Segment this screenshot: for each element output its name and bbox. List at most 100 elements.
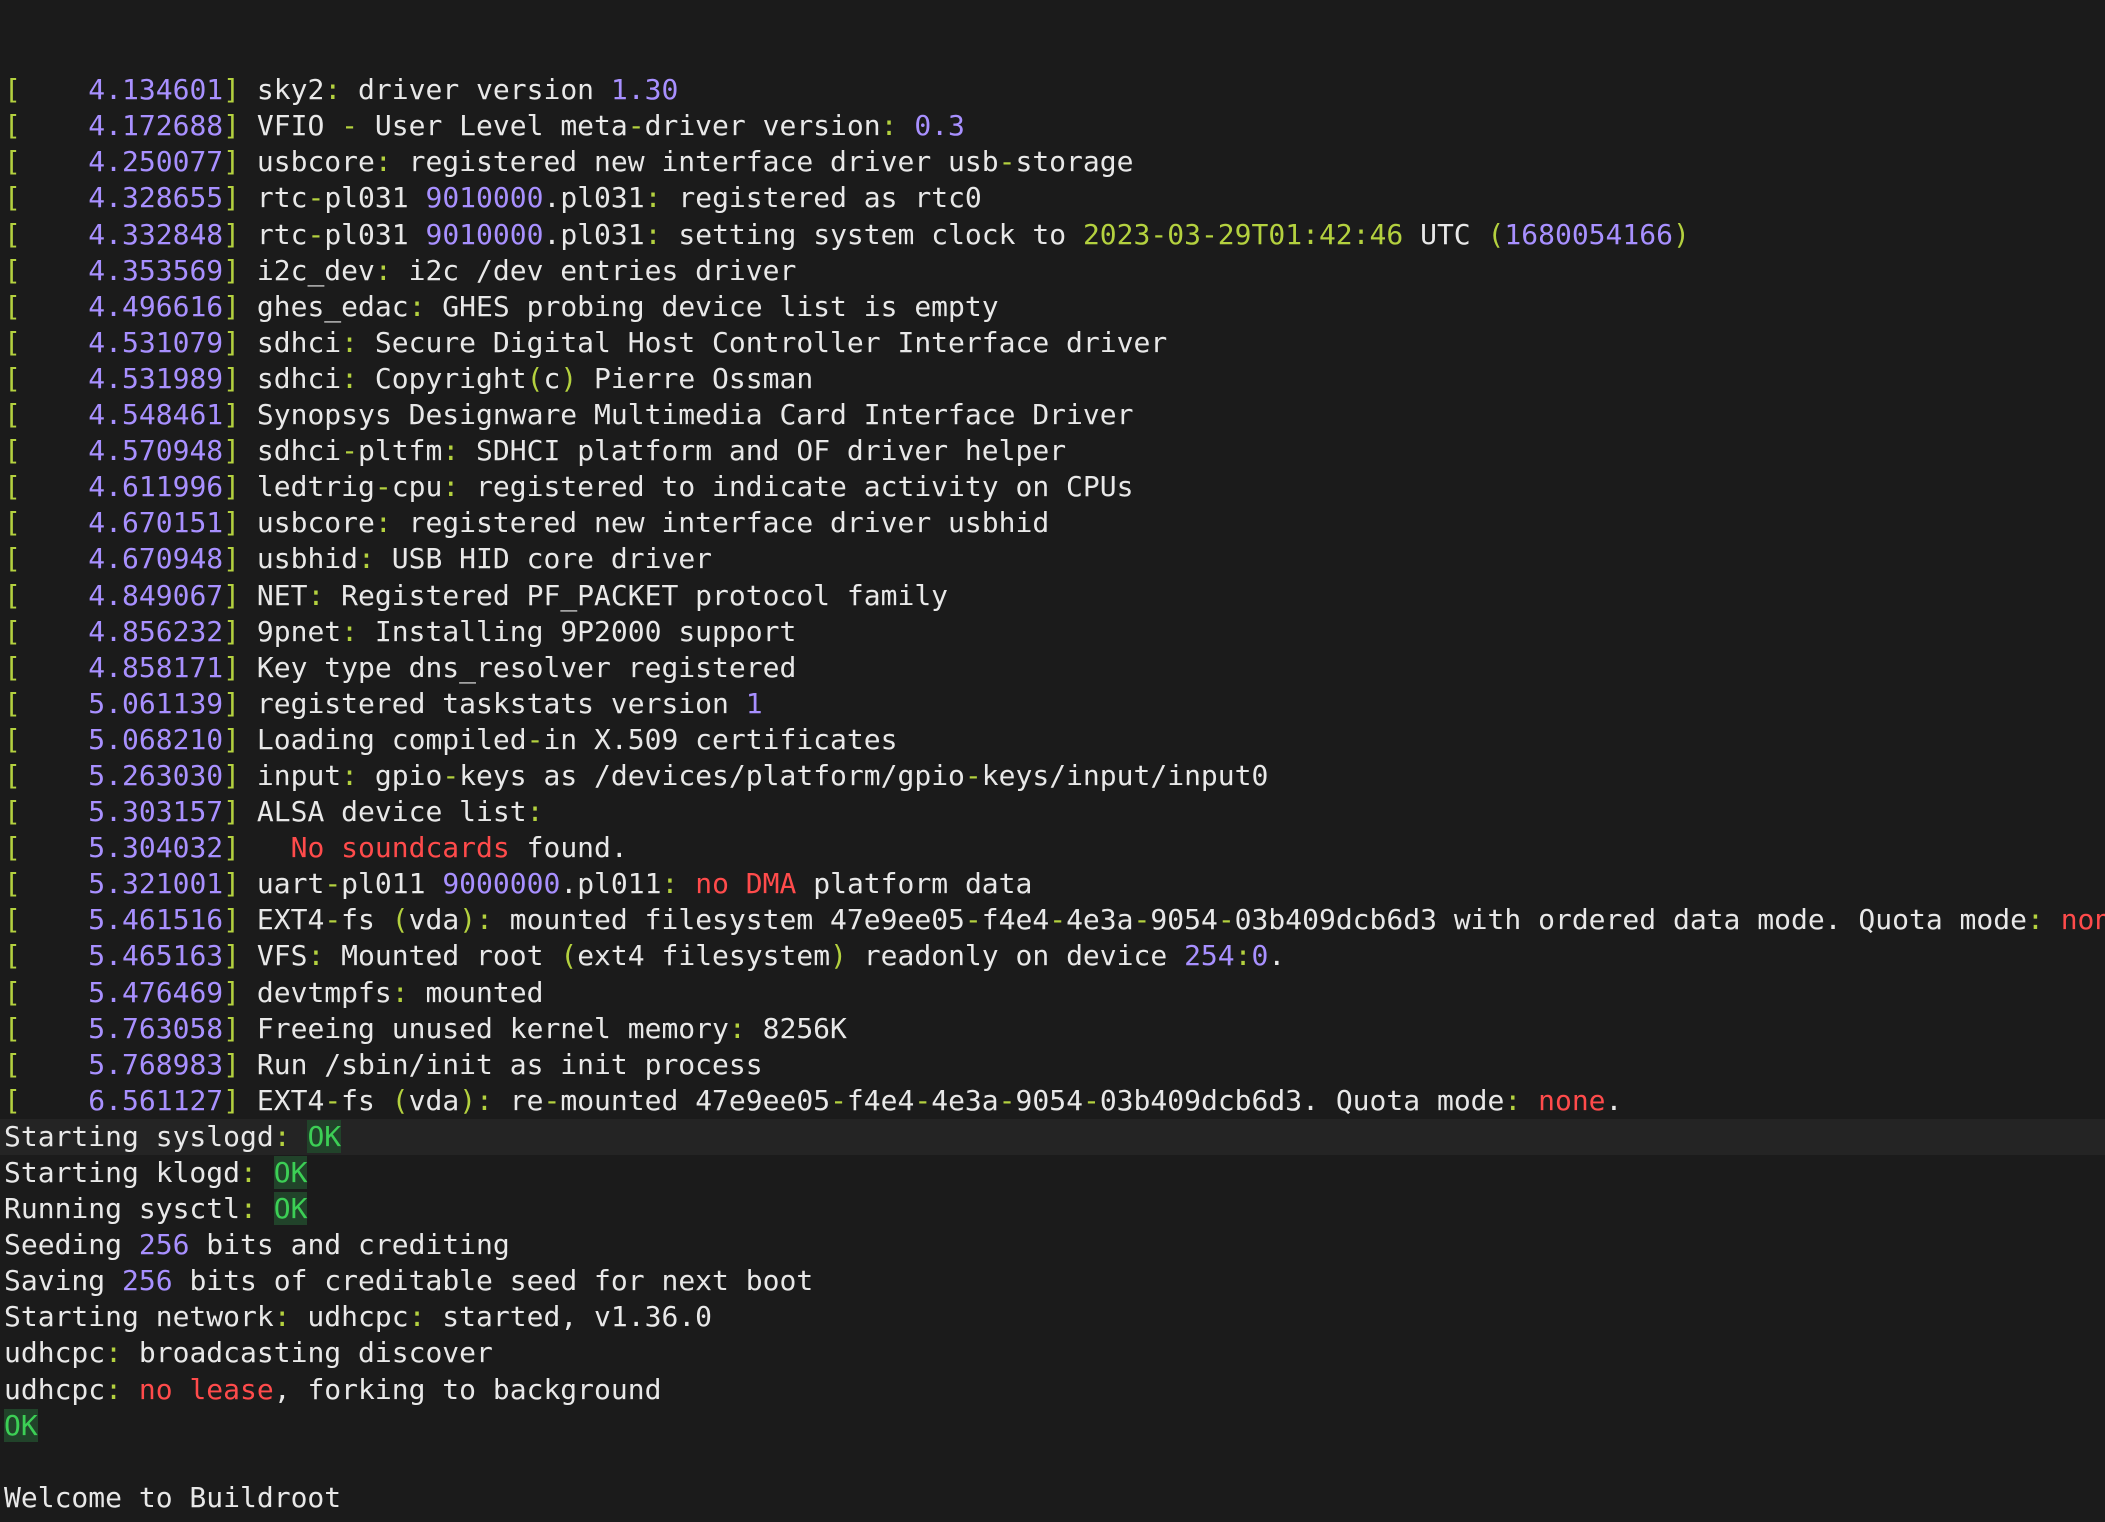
text: in X.509 certificates xyxy=(543,722,898,756)
punctuation: : xyxy=(476,903,493,937)
punctuation: : xyxy=(1234,939,1252,973)
output-line: udhcpc: no lease, forking to background xyxy=(0,1372,2105,1408)
bracket: [ xyxy=(4,975,21,1009)
bracket: ] xyxy=(223,722,241,756)
timestamp: 4.611996 xyxy=(88,470,224,504)
punctuation: : xyxy=(728,1011,746,1045)
punctuation: - xyxy=(324,903,342,937)
text xyxy=(21,903,88,936)
text: registered new interface driver usb xyxy=(391,145,999,179)
text xyxy=(21,542,88,575)
text xyxy=(257,1192,274,1225)
text: Run /sbin/init as init process xyxy=(240,1047,763,1081)
bracket: ] xyxy=(223,506,241,540)
output-line: [ 5.768983] Run /sbin/init as init proce… xyxy=(0,1047,2105,1083)
text xyxy=(21,218,88,251)
output-line: Starting syslogd: OK xyxy=(0,1118,2105,1155)
output-line: [ 6.561127] EXT4-fs (vda): re-mounted 47… xyxy=(0,1083,2105,1119)
text: Running sysctl xyxy=(4,1192,241,1226)
bracket: ] xyxy=(223,289,241,323)
output-line: buildroot login: root xyxy=(0,1516,2105,1522)
output-line: [ 4.496616] ghes_edac: GHES probing devi… xyxy=(0,289,2105,325)
bracket: [ xyxy=(4,506,21,540)
text: pl031 xyxy=(324,217,426,251)
bracket: [ xyxy=(4,109,21,143)
output-line: Seeding 256 bits and crediting xyxy=(0,1227,2105,1263)
bracket: ] xyxy=(223,939,241,973)
text: registered new interface driver usbhid xyxy=(391,506,1050,540)
output-line: [ 4.611996] ledtrig-cpu: registered to i… xyxy=(0,469,2105,505)
timestamp: 5.321001 xyxy=(88,867,224,901)
warning-text: none xyxy=(2060,903,2105,937)
text: Freeing unused kernel memory xyxy=(240,1011,729,1045)
output-line: Starting klogd: OK xyxy=(0,1155,2105,1191)
text: started, v1.36.0 xyxy=(425,1300,713,1334)
text: ALSA device list xyxy=(240,795,527,829)
text: ext4 filesystem xyxy=(577,939,831,973)
text xyxy=(21,723,88,756)
bracket: [ xyxy=(4,614,21,648)
punctuation: - xyxy=(307,217,325,251)
text: bits and crediting xyxy=(189,1228,510,1262)
text xyxy=(21,831,88,864)
bracket: [ xyxy=(4,686,21,720)
text: Secure Digital Host Controller Interface… xyxy=(358,325,1168,359)
bracket: [ xyxy=(4,145,21,179)
text xyxy=(21,615,88,648)
bracket: [ xyxy=(4,650,21,684)
terminal-window[interactable]: [ 4.134601] sky2: driver version 1.30[ 4… xyxy=(0,0,2105,1522)
punctuation: - xyxy=(1217,903,1235,937)
text xyxy=(21,290,88,323)
text: Registered PF_PACKET protocol family xyxy=(324,578,949,612)
text: udhcpc xyxy=(4,1372,106,1406)
output-line: [ 5.068210] Loading compiled-in X.509 ce… xyxy=(0,722,2105,758)
text: 03b409dcb6d3. Quota mode xyxy=(1099,1083,1505,1117)
output-line: [ 4.250077] usbcore: registered new inte… xyxy=(0,144,2105,180)
punctuation: : xyxy=(105,1336,123,1370)
punctuation: - xyxy=(543,1083,561,1117)
text xyxy=(21,1048,88,1081)
text: .pl031 xyxy=(543,181,645,215)
text: Pierre Ossman xyxy=(577,361,814,395)
text: VFIO xyxy=(240,109,342,143)
bracket: [ xyxy=(4,722,21,756)
bracket: ] xyxy=(223,398,241,432)
punctuation: : xyxy=(880,109,898,143)
punctuation: : xyxy=(341,361,359,395)
punctuation: : xyxy=(341,614,359,648)
punctuation: - xyxy=(1133,903,1151,937)
bracket: ] xyxy=(223,650,241,684)
text: gpio xyxy=(358,758,443,792)
timestamp: 4.856232 xyxy=(88,614,224,648)
text: sdhci xyxy=(240,434,342,468)
bracket: [ xyxy=(4,1047,21,1081)
bracket: [ xyxy=(4,325,21,359)
punctuation: - xyxy=(830,1083,847,1117)
text: . xyxy=(1268,939,1286,973)
datetime: 2023-03-29T01:42:46 xyxy=(1082,217,1404,251)
bracket: ] xyxy=(223,578,241,612)
text: 9054 xyxy=(1150,903,1218,937)
output-line: [ 4.134601] sky2: driver version 1.30 xyxy=(0,72,2105,108)
punctuation: - xyxy=(324,1083,342,1117)
punctuation: - xyxy=(914,1083,932,1117)
warning-text: no lease xyxy=(138,1372,274,1406)
punctuation: : xyxy=(341,758,359,792)
text: setting system clock to xyxy=(661,217,1083,251)
bracket: ] xyxy=(223,361,241,395)
text: usbhid xyxy=(240,542,359,576)
text: Installing 9P2000 support xyxy=(358,614,797,648)
output-line: [ 4.858171] Key type dns_resolver regist… xyxy=(0,650,2105,686)
text: 8256K xyxy=(745,1011,847,1045)
text: platform data xyxy=(796,867,1033,901)
punctuation: ) xyxy=(459,903,477,937)
text: ghes_edac xyxy=(240,289,409,323)
text: root xyxy=(274,1517,358,1522)
text xyxy=(21,795,88,828)
bracket: ] xyxy=(223,73,241,107)
timestamp: 4.548461 xyxy=(88,398,224,432)
text: i2c /dev entries driver xyxy=(391,253,797,287)
output-line: [ 4.548461] Synopsys Designware Multimed… xyxy=(0,397,2105,433)
punctuation: ) xyxy=(459,1083,477,1117)
